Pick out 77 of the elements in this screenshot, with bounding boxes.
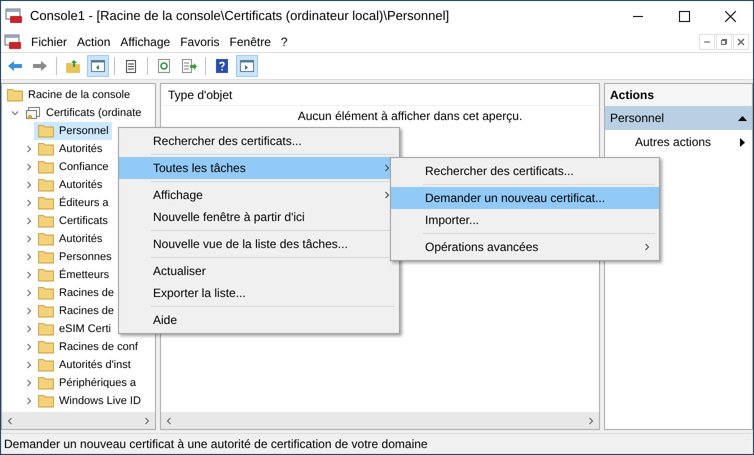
folder-icon — [38, 322, 54, 336]
scroll-left-icon[interactable] — [6, 416, 14, 424]
tree-item[interactable]: Éditeurs a — [34, 194, 112, 212]
actions-section[interactable]: Personnel — [605, 106, 752, 130]
folder-icon — [38, 286, 54, 300]
minimize-icon — [703, 40, 711, 42]
menu-bar-item[interactable]: ? — [276, 32, 293, 50]
tree-item[interactable]: Autorités d'inst — [34, 356, 134, 374]
window-title: Console1 - [Racine de la console\Certificats (ordinateur local)\Personnel] — [30, 7, 450, 26]
menu-item[interactable]: Opérations avancées — [391, 236, 659, 258]
action-link[interactable]: Autres actions — [605, 130, 752, 154]
action-pane-icon[interactable] — [236, 55, 258, 77]
menu-item[interactable]: Demander un nouveau certificat... — [391, 187, 659, 209]
scroll-right-icon[interactable] — [587, 416, 595, 424]
menu-item[interactable]: Rechercher des certificats... — [119, 130, 399, 152]
menu-item[interactable]: Aide — [119, 309, 399, 331]
tree-item[interactable]: Racines de — [34, 284, 118, 302]
tree-item[interactable]: Autorités — [34, 230, 106, 248]
menu-item[interactable]: Exporter la liste... — [119, 282, 399, 304]
horizontal-scrollbar[interactable] — [161, 412, 599, 429]
column-header[interactable]: Type d'objet — [161, 84, 599, 106]
folder-icon — [38, 124, 54, 138]
maximize-icon[interactable] — [678, 10, 690, 22]
menu-bar-item[interactable]: Favoris — [175, 32, 225, 50]
close-icon[interactable] — [724, 10, 736, 22]
status-bar: Demander un nouveau certificat à une autorité de certification de votre domaine — [1, 433, 753, 454]
folder-icon — [38, 232, 54, 246]
tree-item[interactable]: Racines de — [34, 302, 118, 320]
tree-item[interactable]: Certificats (ordinate — [46, 104, 142, 122]
menu-bar-item[interactable]: Action — [72, 32, 116, 50]
tree-pane-icon[interactable] — [87, 55, 109, 77]
folder-icon — [38, 196, 54, 210]
folder-icon — [38, 268, 54, 282]
child-minimize-button[interactable] — [699, 34, 715, 50]
restore-icon — [720, 38, 728, 46]
folder-icon — [38, 250, 54, 264]
tree-item[interactable]: Autorités — [34, 140, 106, 158]
triangle-right-icon — [740, 138, 745, 146]
console-app-icon — [5, 8, 23, 24]
tree-item[interactable]: Racines de conf — [34, 338, 141, 356]
folder-icon — [38, 160, 54, 174]
folder-icon — [38, 358, 54, 372]
tree-item[interactable]: Autorités — [34, 176, 106, 194]
console-app-icon[interactable] — [4, 34, 22, 50]
folder-icon — [7, 88, 23, 102]
menu-bar-item[interactable]: Affichage — [115, 32, 176, 50]
folder-icon — [38, 340, 54, 354]
collapse-triangle-icon — [738, 115, 747, 121]
scroll-right-icon[interactable] — [143, 416, 151, 424]
tree-item[interactable]: Personnes — [34, 248, 115, 266]
folder-icon — [38, 394, 54, 408]
child-restore-button[interactable] — [716, 34, 732, 50]
actions-header: Actions — [605, 84, 752, 106]
tree-item[interactable]: Émetteurs — [34, 266, 112, 284]
tree-item[interactable]: Windows Live ID — [34, 392, 144, 410]
menu-bar-item[interactable]: Fenêtre — [224, 32, 276, 50]
tree-item[interactable]: Périphériques a — [34, 374, 140, 392]
certificate-icon — [25, 106, 41, 120]
close-icon — [737, 38, 745, 46]
tree-item[interactable]: Certificats — [34, 212, 111, 230]
folder-icon — [38, 376, 54, 390]
folder-icon — [38, 178, 54, 192]
menu-item[interactable]: Importer... — [391, 209, 659, 231]
tree-item[interactable]: eSIM Certi — [34, 320, 114, 338]
menu-bar-item[interactable]: Fichier — [26, 32, 72, 50]
menu-item[interactable]: Actualiser — [119, 260, 399, 282]
tree-item[interactable]: Confiance — [34, 158, 112, 176]
empty-message: Aucun élément à afficher dans cet aperçu. — [296, 108, 524, 125]
tree-item[interactable]: Personnel — [34, 122, 112, 140]
chevron-down-icon[interactable] — [10, 108, 20, 118]
child-close-button[interactable] — [733, 34, 749, 50]
folder-icon — [38, 142, 54, 156]
folder-icon — [38, 214, 54, 228]
tree-item[interactable]: Racine de la console — [28, 86, 130, 104]
folder-icon — [38, 304, 54, 318]
horizontal-scrollbar[interactable] — [2, 412, 155, 429]
scroll-left-icon[interactable] — [165, 416, 173, 424]
